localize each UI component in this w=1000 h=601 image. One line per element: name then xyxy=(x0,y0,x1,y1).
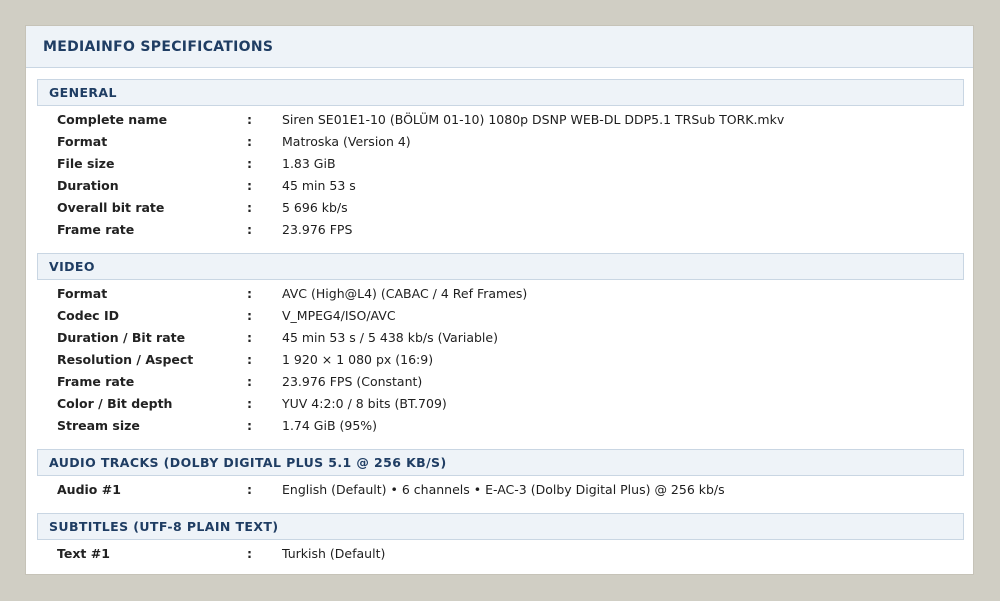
row-label: Codec ID xyxy=(57,308,119,323)
info-row: Overall bit rate : 5 696 kb/s xyxy=(57,197,957,219)
row-value: 45 min 53 s xyxy=(282,178,356,193)
info-row: Codec ID : V_MPEG4/ISO/AVC xyxy=(57,305,957,327)
section-header-general: GENERAL xyxy=(37,79,964,106)
info-row: Stream size : 1.74 GiB (95%) xyxy=(57,415,957,437)
row-value: AVC (High@L4) (CABAC / 4 Ref Frames) xyxy=(282,286,528,301)
row-value: 5 696 kb/s xyxy=(282,200,348,215)
info-row: File size : 1.83 GiB xyxy=(57,153,957,175)
row-label: Duration / Bit rate xyxy=(57,330,186,345)
info-row: Format : Matroska (Version 4) xyxy=(57,131,957,153)
row-separator: : xyxy=(247,112,252,127)
row-value: 45 min 53 s / 5 438 kb/s (Variable) xyxy=(282,330,498,345)
row-value: 1.83 GiB xyxy=(282,156,336,171)
row-separator: : xyxy=(247,308,252,323)
section-title: VIDEO xyxy=(49,259,95,274)
row-value: Turkish (Default) xyxy=(282,546,386,561)
row-separator: : xyxy=(247,286,252,301)
info-row: Text #1 : Turkish (Default) xyxy=(57,543,957,565)
row-label: Format xyxy=(57,134,108,149)
row-separator: : xyxy=(247,200,252,215)
row-value: 23.976 FPS (Constant) xyxy=(282,374,423,389)
info-row: Duration / Bit rate : 45 min 53 s / 5 43… xyxy=(57,327,957,349)
panel-header: MEDIAINFO SPECIFICATIONS xyxy=(26,26,973,68)
section-header-subtitles: SUBTITLES (UTF-8 PLAIN TEXT) xyxy=(37,513,964,540)
panel-title: MEDIAINFO SPECIFICATIONS xyxy=(43,38,274,55)
info-row: Format : AVC (High@L4) (CABAC / 4 Ref Fr… xyxy=(57,283,957,305)
row-separator: : xyxy=(247,546,252,561)
row-label: Resolution / Aspect xyxy=(57,352,194,367)
section-title: GENERAL xyxy=(49,85,117,100)
info-row: Resolution / Aspect : 1 920 × 1 080 px (… xyxy=(57,349,957,371)
row-label: Audio #1 xyxy=(57,482,121,497)
mediainfo-panel: MEDIAINFO SPECIFICATIONS GENERAL Complet… xyxy=(25,25,974,575)
row-value: 1.74 GiB (95%) xyxy=(282,418,378,433)
row-value: English (Default) • 6 channels • E-AC-3 … xyxy=(282,482,725,497)
info-row: Complete name : Siren SE01E1-10 (BÖLÜM 0… xyxy=(57,109,957,131)
section-header-audio: AUDIO TRACKS (DOLBY DIGITAL PLUS 5.1 @ 2… xyxy=(37,449,964,476)
row-separator: : xyxy=(247,418,252,433)
row-separator: : xyxy=(247,178,252,193)
row-label: Text #1 xyxy=(57,546,110,561)
row-value: Siren SE01E1-10 (BÖLÜM 01-10) 1080p DSNP… xyxy=(282,112,785,127)
row-label: Format xyxy=(57,286,108,301)
row-separator: : xyxy=(247,374,252,389)
row-separator: : xyxy=(247,482,252,497)
row-value: 1 920 × 1 080 px (16:9) xyxy=(282,352,434,367)
row-label: Color / Bit depth xyxy=(57,396,173,411)
section-header-video: VIDEO xyxy=(37,253,964,280)
row-separator: : xyxy=(247,134,252,149)
info-row: Duration : 45 min 53 s xyxy=(57,175,957,197)
row-label: Frame rate xyxy=(57,222,135,237)
section-title: SUBTITLES (UTF-8 PLAIN TEXT) xyxy=(49,519,279,534)
info-row: Audio #1 : English (Default) • 6 channel… xyxy=(57,479,957,501)
row-label: Duration xyxy=(57,178,119,193)
row-separator: : xyxy=(247,352,252,367)
section-title: AUDIO TRACKS (DOLBY DIGITAL PLUS 5.1 @ 2… xyxy=(49,455,447,470)
row-label: Overall bit rate xyxy=(57,200,165,215)
row-label: Frame rate xyxy=(57,374,135,389)
row-value: 23.976 FPS xyxy=(282,222,353,237)
info-row: Frame rate : 23.976 FPS xyxy=(57,219,957,241)
row-value: YUV 4:2:0 / 8 bits (BT.709) xyxy=(282,396,447,411)
row-separator: : xyxy=(247,156,252,171)
row-separator: : xyxy=(247,330,252,345)
row-separator: : xyxy=(247,222,252,237)
row-separator: : xyxy=(247,396,252,411)
row-label: Stream size xyxy=(57,418,140,433)
row-value: Matroska (Version 4) xyxy=(282,134,411,149)
info-row: Color / Bit depth : YUV 4:2:0 / 8 bits (… xyxy=(57,393,957,415)
row-value: V_MPEG4/ISO/AVC xyxy=(282,308,396,323)
info-row: Frame rate : 23.976 FPS (Constant) xyxy=(57,371,957,393)
row-label: Complete name xyxy=(57,112,168,127)
row-label: File size xyxy=(57,156,115,171)
